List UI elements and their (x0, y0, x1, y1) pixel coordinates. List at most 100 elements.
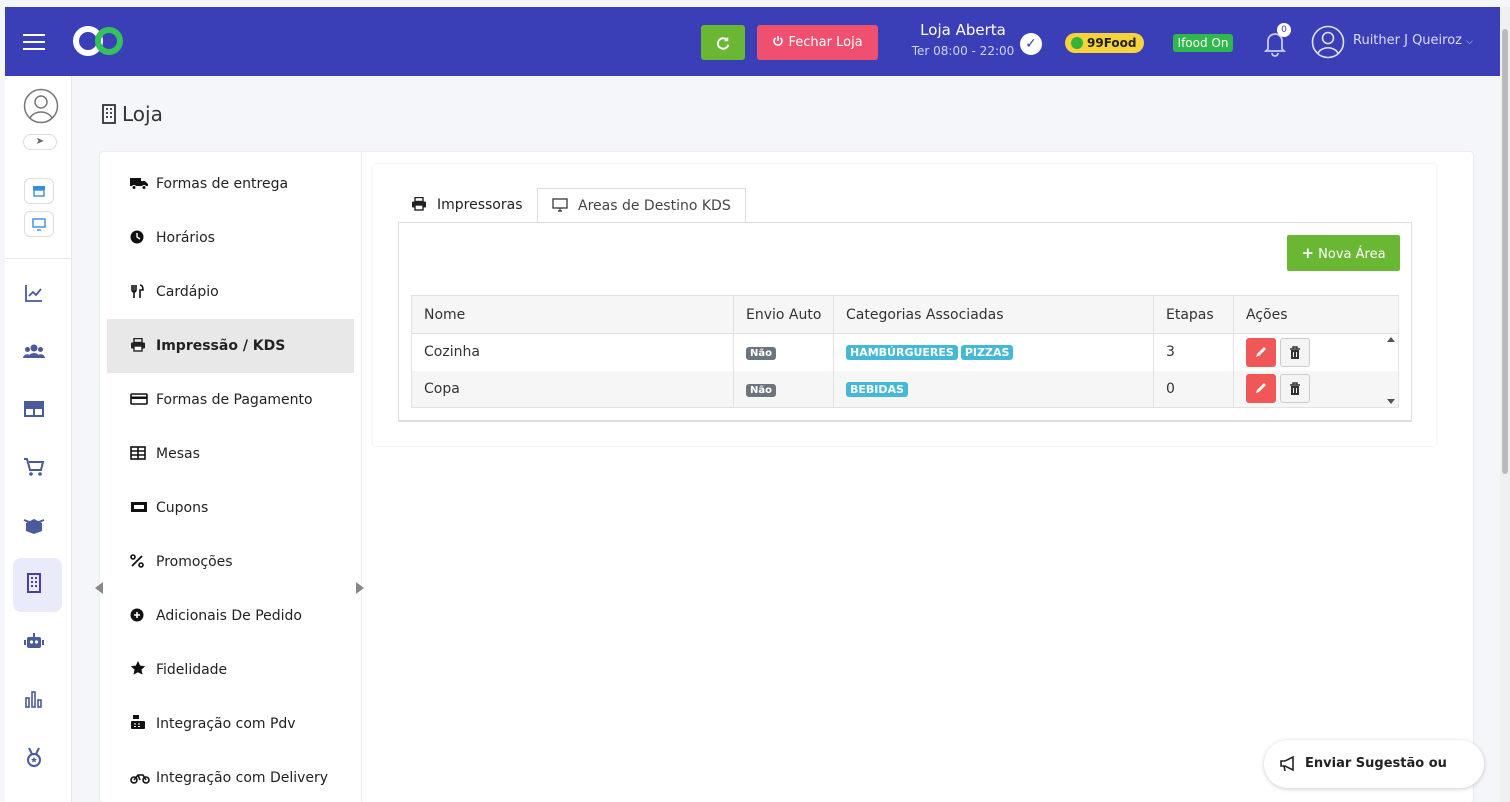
medal-icon[interactable] (23, 746, 45, 768)
page-title: Loja (100, 102, 163, 126)
submenu-separator (361, 152, 362, 802)
scrollbar-thumb[interactable] (1502, 29, 1508, 474)
category-badge: BEBIDAS (846, 381, 908, 397)
user-menu[interactable]: Ruither J Queiroz ⌵ (1353, 33, 1473, 48)
col-header[interactable]: Nome (411, 295, 734, 334)
badge-99food-label: 99Food (1087, 36, 1137, 50)
tab-kds-areas[interactable]: Areas de Destino KDS (537, 188, 746, 222)
table-scrollbar[interactable] (1384, 333, 1398, 408)
printer-icon (412, 196, 426, 211)
refresh-icon (716, 36, 730, 50)
pencil-icon (1256, 346, 1266, 357)
area-steps: 0 (1153, 370, 1234, 408)
scroll-left-arrow-icon[interactable] (95, 582, 103, 594)
submenu-item-label: Fidelidade (156, 662, 228, 678)
auto-send-cell: Não (733, 333, 834, 371)
hamburger-menu-icon[interactable] (23, 34, 45, 50)
utensils-icon (130, 267, 148, 321)
send-feedback-button[interactable]: Enviar Sugestão ou Erro. (1264, 740, 1484, 788)
submenu-item[interactable]: Mesas (107, 427, 354, 481)
badge-99food[interactable]: 99Food (1065, 33, 1144, 53)
submenu-item-label: Impressão / KDS (156, 338, 286, 354)
brand-logo[interactable] (71, 24, 125, 58)
delete-button[interactable] (1280, 374, 1310, 404)
submenu-item-label: Adicionais De Pedido (156, 608, 302, 624)
desktop-icon (552, 198, 568, 212)
submenu-item-label: Integração com Delivery (156, 770, 329, 786)
pencil-icon (1256, 383, 1266, 394)
submenu-item-label: Cupons (156, 500, 209, 516)
monitor-mini-button[interactable] (24, 211, 54, 237)
new-area-button[interactable]: + Nova Área (1287, 235, 1400, 271)
store-mini-button[interactable] (24, 178, 54, 204)
area-name: Copa (411, 370, 734, 408)
submenu-item[interactable]: Adicionais De Pedido (107, 589, 354, 643)
plus-circle-icon (130, 591, 148, 645)
edit-button[interactable] (1246, 337, 1276, 367)
submenu-item[interactable]: Integração com Delivery (107, 751, 354, 802)
printer-icon (130, 321, 148, 375)
robot-icon[interactable] (23, 630, 45, 652)
store-icon (33, 186, 45, 197)
submenu-item[interactable]: Impressão / KDS (107, 319, 354, 373)
building-icon[interactable] (23, 572, 45, 594)
kds-panel: Impressoras Areas de Destino KDS + Nova … (373, 164, 1436, 446)
submenu-item-label: Formas de entrega (156, 176, 289, 192)
submenu-item[interactable]: Integração com Pdv (107, 697, 354, 751)
submenu-item[interactable]: Cardápio (107, 265, 354, 319)
scroll-right-arrow-icon[interactable] (356, 582, 364, 594)
percent-icon (130, 537, 148, 591)
plus-icon: + (1301, 244, 1315, 262)
auto-send-cell: Não (733, 370, 834, 408)
window-scrollbar[interactable] (1500, 7, 1510, 802)
trash-icon (1290, 382, 1300, 396)
cart-icon[interactable] (23, 456, 45, 478)
bar-chart-icon[interactable] (23, 688, 45, 710)
page-title-text: Loja (122, 102, 163, 126)
submenu-item-label: Formas de Pagamento (156, 392, 313, 408)
table-header-row: Nome Envio Auto Categorias Associadas Et… (411, 295, 1399, 334)
trash-icon (1290, 346, 1300, 359)
submenu-item-label: Promoções (156, 554, 233, 570)
submenu-item[interactable]: Cupons (107, 481, 354, 535)
category-badge: PIZZAS (960, 345, 1014, 361)
store-status-text: Loja Aberta (920, 21, 1006, 39)
submenu-item[interactable]: Horários (107, 211, 354, 265)
store-status: Loja Aberta Ter 08:00 - 22:00 (908, 21, 1018, 58)
area-name: Cozinha (411, 333, 734, 371)
submenu-item[interactable]: Formas de Pagamento (107, 373, 354, 427)
table-icon[interactable] (23, 398, 45, 420)
chart-line-icon[interactable] (23, 282, 45, 304)
col-header[interactable]: Envio Auto (733, 295, 834, 334)
edit-button[interactable] (1246, 374, 1276, 404)
close-store-button[interactable]: Fechar Loja (757, 25, 878, 60)
star-icon (130, 645, 148, 699)
actions-cell (1233, 370, 1399, 408)
refresh-button[interactable] (701, 25, 745, 60)
col-header[interactable]: Etapas (1153, 295, 1234, 334)
box-open-icon[interactable] (23, 514, 45, 536)
delete-button[interactable] (1280, 337, 1310, 367)
submenu-item-label: Integração com Pdv (156, 716, 296, 732)
submenu-item-label: Horários (156, 230, 215, 246)
new-area-label: Nova Área (1318, 247, 1386, 262)
submenu-item[interactable]: Formas de entrega (107, 157, 354, 211)
area-steps: 3 (1153, 333, 1234, 371)
submenu-item[interactable]: Fidelidade (107, 643, 354, 697)
users-icon[interactable] (23, 340, 45, 362)
col-header[interactable]: Categorias Associadas (833, 295, 1154, 334)
settings-submenu: Formas de entrega Horários Cardápio Impress… (107, 157, 354, 802)
tab-printers-label: Impressoras (437, 197, 523, 213)
user-avatar-icon[interactable] (1311, 25, 1345, 59)
check-circle-icon: ✓ (1020, 33, 1042, 55)
tab-printers[interactable]: Impressoras (397, 188, 537, 222)
submenu-item[interactable]: Promoções (107, 535, 354, 589)
building-icon (102, 104, 116, 124)
send-icon[interactable]: ➤ (23, 134, 57, 150)
profile-avatar-icon[interactable] (23, 88, 59, 124)
icon-sidebar: ➤ (5, 76, 72, 802)
clock-icon (130, 213, 148, 267)
badge-ifood[interactable]: Ifood On (1173, 34, 1233, 52)
truck-icon (130, 159, 148, 213)
notification-count: 0 (1277, 23, 1291, 37)
